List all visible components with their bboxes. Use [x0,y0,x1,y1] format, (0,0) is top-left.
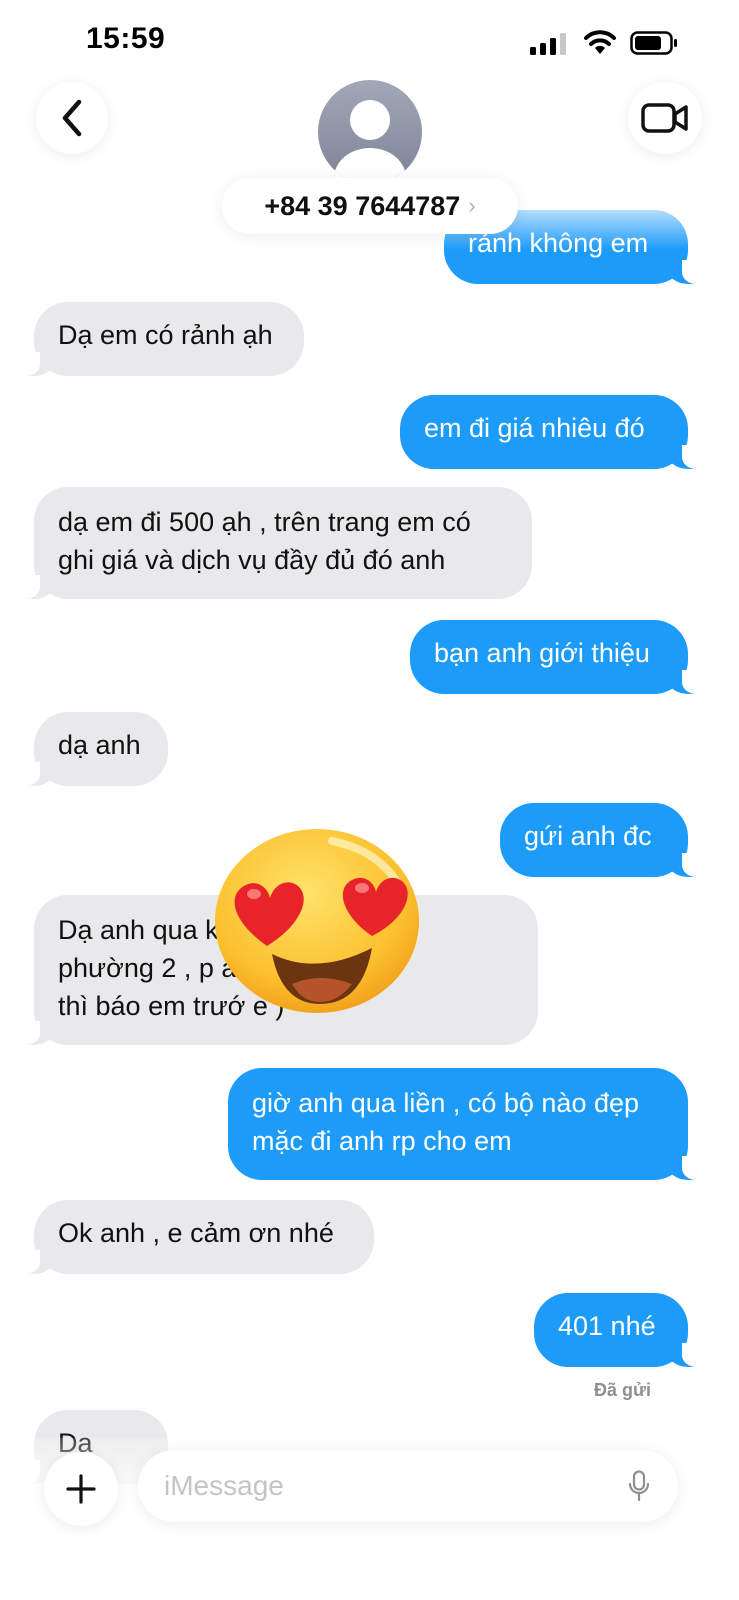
contact-name: +84 39 7644787 [264,190,461,221]
wifi-icon [584,30,616,54]
video-camera-icon [641,103,688,133]
video-call-button[interactable] [628,82,702,154]
message-bubble-incoming[interactable]: dạ anh [20,712,168,786]
message-bubble-outgoing[interactable]: gứi anh đc [500,803,702,877]
chevron-left-icon [62,99,82,137]
chevron-right-icon: › [468,193,476,218]
add-attachment-button[interactable] [44,1452,118,1526]
person-silhouette-icon [334,100,406,184]
contact-avatar[interactable] [318,80,422,184]
delivery-status: Đã gửi [594,1380,652,1400]
status-bar: 15:59 [0,0,739,90]
heart-eyes-emoji-icon [215,829,419,1013]
plus-icon [66,1474,96,1504]
message-bubble-outgoing[interactable]: 401 nhé [534,1293,702,1367]
message-bubble-incoming[interactable]: dạ em đi 500 ạh , trên trang em có ghi g… [20,487,532,599]
message-bubble-outgoing[interactable]: bạn anh giới thiệu [410,620,702,694]
message-bubble-outgoing[interactable]: em đi giá nhiêu đó [400,395,702,469]
cellular-signal-icon [530,33,566,55]
microphone-icon[interactable] [628,1470,650,1502]
imessage-input[interactable]: iMessage [138,1450,678,1522]
message-bubble-incoming[interactable]: Ok anh , e cảm ơn nhé [20,1200,374,1274]
message-bubble-incoming[interactable]: Dạ em có rảnh ạh [20,302,304,376]
message-bubble-outgoing[interactable]: giờ anh qua liền , có bộ nào đẹp mặc đi … [228,1068,702,1180]
status-time: 15:59 [86,22,166,55]
battery-icon [630,31,677,55]
contact-name-pill[interactable]: +84 39 7644787 › [222,178,518,234]
back-button[interactable] [36,82,108,154]
input-placeholder: iMessage [164,1470,284,1501]
